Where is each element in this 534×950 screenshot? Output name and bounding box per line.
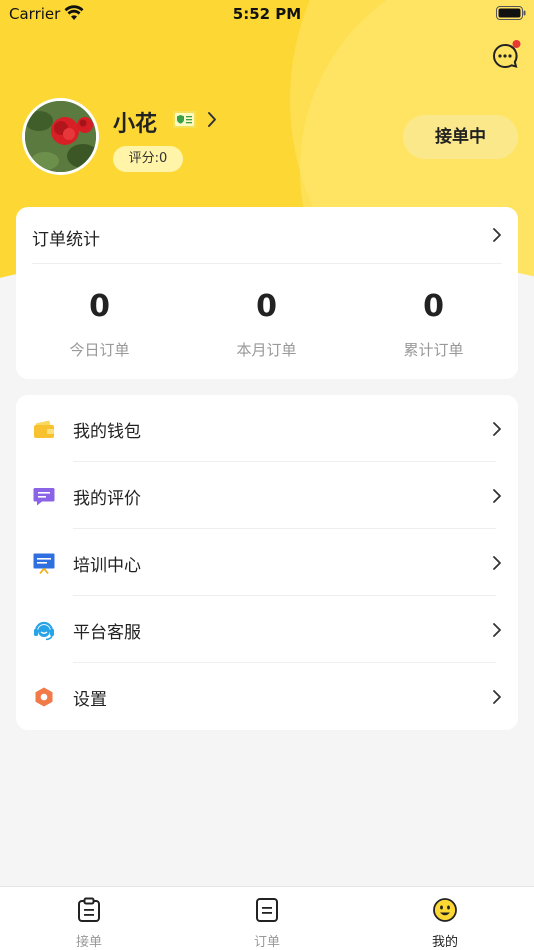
order-status-button[interactable]: 接单中: [403, 115, 518, 159]
chevron-right-icon[interactable]: [206, 111, 218, 128]
tab-bar: 接单 订单 我的: [0, 886, 534, 950]
stat-value: 0: [89, 289, 110, 324]
menu-item-label: 培训中心: [73, 556, 141, 576]
tab-label: 接单: [75, 935, 102, 950]
menu-item-training[interactable]: 培训中心: [16, 529, 518, 596]
review-icon: [33, 488, 55, 506]
menu-item-label: 我的钱包: [73, 422, 141, 442]
training-icon: [33, 553, 55, 575]
avatar[interactable]: [22, 98, 99, 175]
menu-item-reviews[interactable]: 我的评价: [16, 462, 518, 529]
chevron-right-icon: [493, 690, 501, 704]
chevron-right-icon[interactable]: [492, 227, 502, 243]
chevron-right-icon: [493, 556, 501, 570]
stat-label: 本月订单: [236, 341, 297, 359]
stats-title[interactable]: 订单统计: [32, 225, 100, 250]
order-stats-card: 订单统计 0 今日订单 0 本月订单 0 累计订单: [16, 207, 518, 379]
menu-item-wallet[interactable]: 我的钱包: [16, 395, 518, 462]
menu-item-label: 平台客服: [73, 623, 141, 643]
menu-item-label: 我的评价: [73, 489, 141, 509]
battery-icon: [496, 6, 526, 20]
menu-item-label: 设置: [73, 690, 107, 710]
customer-service-icon: [34, 621, 54, 641]
score-badge: 评分:0: [113, 146, 183, 172]
smiley-icon: [433, 898, 457, 922]
chevron-right-icon: [493, 489, 501, 503]
menu-item-settings[interactable]: 设置: [16, 663, 518, 730]
stat-today: 0 今日订单: [16, 289, 183, 360]
tab-mine[interactable]: 我的: [356, 887, 534, 950]
message-icon[interactable]: [490, 40, 522, 70]
clipboard-icon: [78, 897, 100, 922]
settings-icon: [35, 687, 53, 707]
menu-item-customer-service[interactable]: 平台客服: [16, 596, 518, 663]
stat-value: 0: [256, 289, 277, 324]
stat-month: 0 本月订单: [183, 289, 350, 360]
document-icon: [256, 898, 278, 922]
wallet-icon: [34, 420, 54, 438]
chevron-right-icon: [493, 422, 501, 436]
tab-label: 订单: [253, 935, 280, 950]
tab-orders[interactable]: 订单: [178, 887, 356, 950]
tab-label: 我的: [431, 935, 458, 950]
stat-value: 0: [423, 289, 444, 324]
user-name[interactable]: 小花: [113, 106, 157, 138]
id-card-icon: [173, 111, 196, 128]
status-bar: Carrier 5:52 PM: [0, 0, 534, 28]
stat-label: 累计订单: [403, 341, 464, 359]
divider: [32, 263, 502, 264]
status-time: 5:52 PM: [232, 5, 302, 23]
menu-card: 我的钱包 我的评价 培训中心 平台客服 设置: [16, 395, 518, 730]
stat-label: 今日订单: [69, 341, 130, 359]
avatar-photo: [25, 101, 96, 172]
stat-total: 0 累计订单: [350, 289, 517, 360]
chevron-right-icon: [493, 623, 501, 637]
tab-accept-orders[interactable]: 接单: [0, 887, 178, 950]
